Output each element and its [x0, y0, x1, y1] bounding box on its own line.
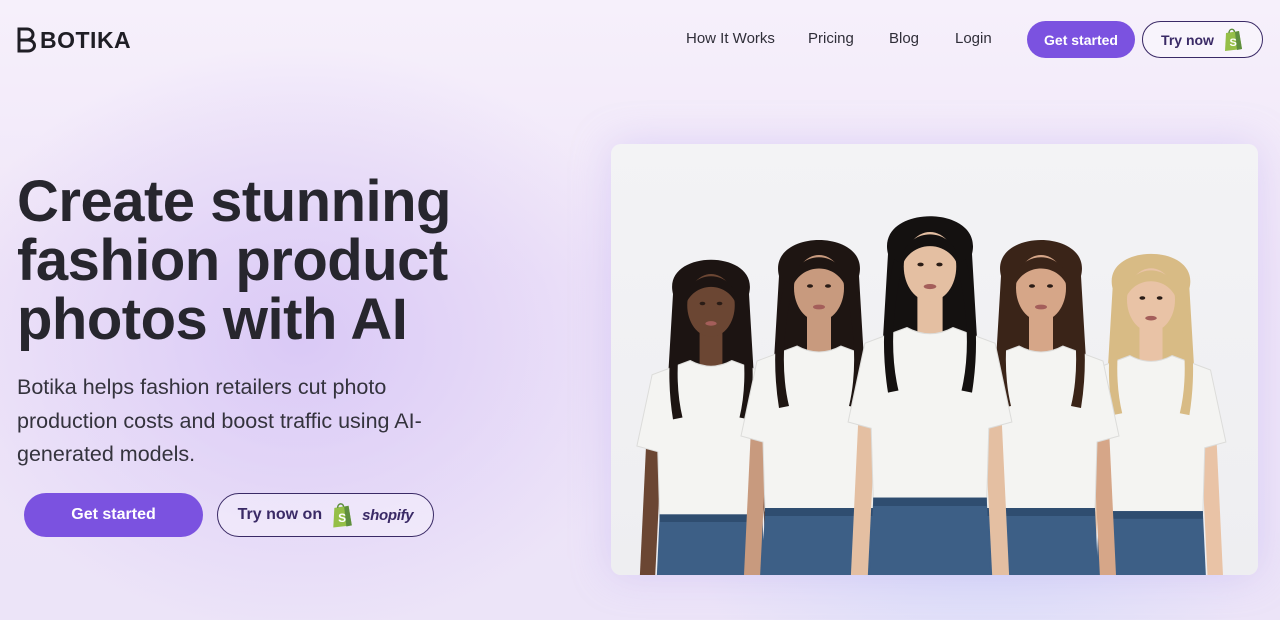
shopify-bag-icon: S: [333, 503, 352, 528]
header-try-now-button[interactable]: Try now S: [1142, 21, 1263, 58]
shopify-wordmark: shopify: [362, 506, 414, 524]
hero-models-image: [611, 144, 1258, 575]
hero-get-started-label: Get started: [71, 506, 156, 523]
nav-pricing[interactable]: Pricing: [808, 30, 854, 47]
shopify-bag-icon: S: [1224, 28, 1242, 51]
hero-headline: Create stunning fashion product photos w…: [17, 169, 452, 352]
site-header: BOTIKA How It Works Pricing Blog Login G…: [0, 0, 1280, 80]
svg-text:S: S: [1229, 37, 1236, 49]
model-figure: [847, 216, 1013, 575]
hero-try-now-label: Try now on: [237, 506, 323, 523]
header-get-started-button[interactable]: Get started: [1027, 21, 1135, 58]
nav-blog[interactable]: Blog: [889, 30, 919, 47]
hero-get-started-button[interactable]: Get started: [24, 493, 203, 537]
svg-text:S: S: [338, 511, 346, 525]
brand-name: BOTIKA: [40, 26, 132, 53]
models-illustration: [636, 216, 1227, 575]
nav-login[interactable]: Login: [955, 30, 992, 47]
header-try-now-label: Try now: [1161, 31, 1214, 48]
botika-logo[interactable]: BOTIKA: [16, 26, 131, 54]
logo-b-icon: [17, 27, 36, 53]
hero-subheadline: Botika helps fashion retailers cut photo…: [17, 375, 422, 466]
nav-how-it-works[interactable]: How It Works: [686, 30, 775, 47]
header-get-started-label: Get started: [1044, 31, 1118, 48]
hero-try-shopify-button[interactable]: Try now on S shopify: [217, 493, 434, 537]
